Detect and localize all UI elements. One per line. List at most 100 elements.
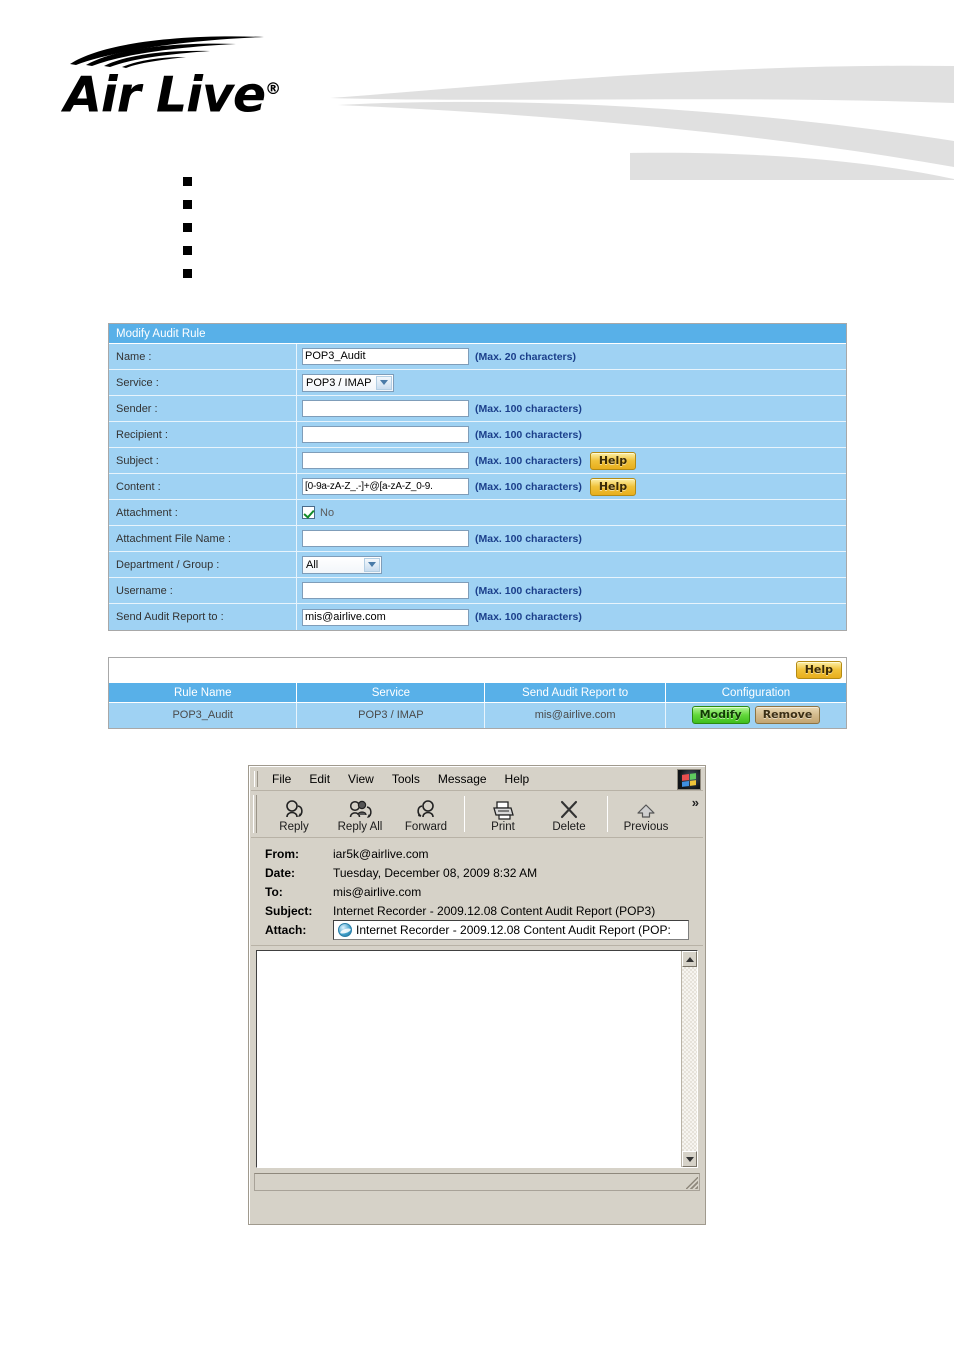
list-item — [183, 170, 204, 193]
header-row-date: Date: Tuesday, December 08, 2009 8:32 AM — [251, 863, 703, 882]
name-input[interactable]: POP3_Audit — [302, 348, 469, 365]
subject-help-button[interactable]: Help — [589, 451, 637, 470]
header-row-from: From: iar5k@airlive.com — [251, 844, 703, 863]
form-row-name: Name : POP3_Audit (Max. 20 characters) — [109, 344, 846, 370]
content-input[interactable]: [0-9a-zA-Z_.-]+@[a-zA-Z_0-9. — [302, 478, 469, 495]
rule-list-toolbar: Help — [109, 658, 846, 682]
chevron-down-icon[interactable] — [364, 557, 380, 572]
recipient-hint: (Max. 100 characters) — [475, 428, 582, 441]
up-arrow-icon — [633, 796, 659, 820]
delete-button[interactable]: Delete — [536, 791, 602, 837]
scroll-down-icon[interactable] — [682, 1151, 697, 1167]
page-root: Air Live® Modify Audit Rule Name : POP3_… — [0, 0, 954, 1350]
table-header-row: Rule Name Service Send Audit Report to C… — [109, 682, 846, 703]
column-header-send-audit-report-to: Send Audit Report to — [484, 682, 666, 703]
cell-service: POP3 / IMAP — [296, 702, 486, 728]
department-group-select[interactable]: All — [302, 555, 382, 574]
reply-all-icon — [346, 796, 374, 820]
bullet-list — [183, 170, 204, 285]
modify-button[interactable]: Modify — [691, 706, 750, 725]
reply-all-button[interactable]: Reply All — [327, 791, 393, 837]
menu-drag-grip[interactable] — [254, 771, 258, 787]
name-hint: (Max. 20 characters) — [475, 350, 576, 363]
message-body-text — [257, 951, 681, 1167]
printer-icon — [490, 796, 516, 820]
form-row-service: Service : POP3 / IMAP — [109, 370, 846, 396]
header-row-subject: Subject: Internet Recorder - 2009.12.08 … — [251, 901, 703, 920]
toolbar-overflow-chevron-icon[interactable]: » — [692, 795, 699, 810]
delete-x-icon — [557, 796, 581, 820]
label-subject: Subject : — [109, 448, 297, 473]
sender-input[interactable] — [302, 400, 469, 417]
menu-item-tools[interactable]: Tools — [383, 769, 429, 790]
form-row-sender: Sender : (Max. 100 characters) — [109, 396, 846, 422]
content-hint: (Max. 100 characters) — [475, 480, 582, 493]
toolbar-drag-grip[interactable] — [253, 795, 257, 833]
forward-button-label: Forward — [404, 820, 448, 833]
column-header-rule-name: Rule Name — [109, 682, 298, 703]
attachment-file-name-input[interactable] — [302, 530, 469, 547]
menu-item-edit[interactable]: Edit — [300, 769, 339, 790]
chevron-down-icon[interactable] — [376, 375, 392, 390]
message-header: From: iar5k@airlive.com Date: Tuesday, D… — [251, 838, 703, 946]
menu-bar: File Edit View Tools Message Help — [251, 768, 703, 791]
windows-flag-glyph — [682, 772, 696, 787]
menu-item-file[interactable]: File — [263, 769, 300, 790]
audit-rule-list-panel: Help Rule Name Service Send Audit Report… — [108, 657, 847, 729]
internet-explorer-icon — [338, 922, 352, 937]
scroll-up-icon[interactable] — [682, 951, 697, 967]
menu-item-help[interactable]: Help — [496, 769, 539, 790]
to-label: To: — [265, 884, 283, 899]
delete-button-label: Delete — [552, 820, 586, 833]
previous-button[interactable]: Previous — [613, 791, 679, 837]
attachment-checkbox[interactable] — [302, 506, 315, 519]
attachment-checkbox-group[interactable]: No — [302, 506, 334, 519]
rule-list-help-button[interactable]: Help — [795, 661, 842, 679]
form-row-department-group: Department / Group : All — [109, 552, 846, 578]
registered-mark: ® — [265, 79, 281, 98]
date-label: Date: — [265, 865, 296, 880]
label-name: Name : — [109, 344, 297, 369]
print-button[interactable]: Print — [470, 791, 536, 837]
label-service: Service : — [109, 370, 297, 395]
service-select-value: POP3 / IMAP — [306, 376, 372, 389]
reply-button-label: Reply — [279, 820, 309, 833]
to-value: mis@airlive.com — [333, 884, 422, 899]
remove-button[interactable]: Remove — [754, 706, 821, 725]
menu-item-message[interactable]: Message — [429, 769, 496, 790]
username-hint: (Max. 100 characters) — [475, 584, 582, 597]
username-input[interactable] — [302, 582, 469, 599]
resize-grip-icon[interactable] — [686, 1177, 698, 1189]
forward-icon — [413, 796, 439, 820]
modify-audit-rule-panel: Modify Audit Rule Name : POP3_Audit (Max… — [108, 323, 847, 631]
wifi-arcs-icon — [64, 34, 274, 68]
subject-label: Subject: — [265, 903, 313, 918]
square-bullet-icon — [183, 200, 192, 209]
attachment-file-label: Internet Recorder - 2009.12.08 Content A… — [356, 922, 671, 937]
column-header-service: Service — [296, 682, 486, 703]
cell-configuration: Modify Remove — [665, 702, 846, 728]
panel-title: Modify Audit Rule — [109, 324, 846, 344]
reply-button[interactable]: Reply — [261, 791, 327, 837]
form-row-subject: Subject : (Max. 100 characters) Help — [109, 448, 846, 474]
message-body-scrollbar[interactable] — [681, 951, 697, 1167]
form-row-recipient: Recipient : (Max. 100 characters) — [109, 422, 846, 448]
attachment-list[interactable]: Internet Recorder - 2009.12.08 Content A… — [333, 919, 689, 940]
attachment-checkbox-label: No — [320, 506, 335, 519]
send-audit-report-to-hint: (Max. 100 characters) — [475, 611, 582, 623]
sender-hint: (Max. 100 characters) — [475, 402, 582, 415]
status-bar — [254, 1173, 700, 1191]
recipient-input[interactable] — [302, 426, 469, 443]
subject-input[interactable] — [302, 452, 469, 469]
label-department-group: Department / Group : — [109, 552, 297, 577]
square-bullet-icon — [183, 223, 192, 232]
scrollbar-track[interactable] — [682, 967, 697, 1151]
content-help-button[interactable]: Help — [589, 477, 637, 496]
menu-item-view[interactable]: View — [339, 769, 383, 790]
forward-button[interactable]: Forward — [393, 791, 459, 837]
toolbar: Reply Reply All Forward Print Delete Pre… — [251, 791, 703, 838]
label-content: Content : — [109, 474, 297, 499]
date-value: Tuesday, December 08, 2009 8:32 AM — [333, 865, 538, 880]
service-select[interactable]: POP3 / IMAP — [302, 373, 394, 392]
send-audit-report-to-input[interactable]: mis@airlive.com — [302, 608, 469, 626]
